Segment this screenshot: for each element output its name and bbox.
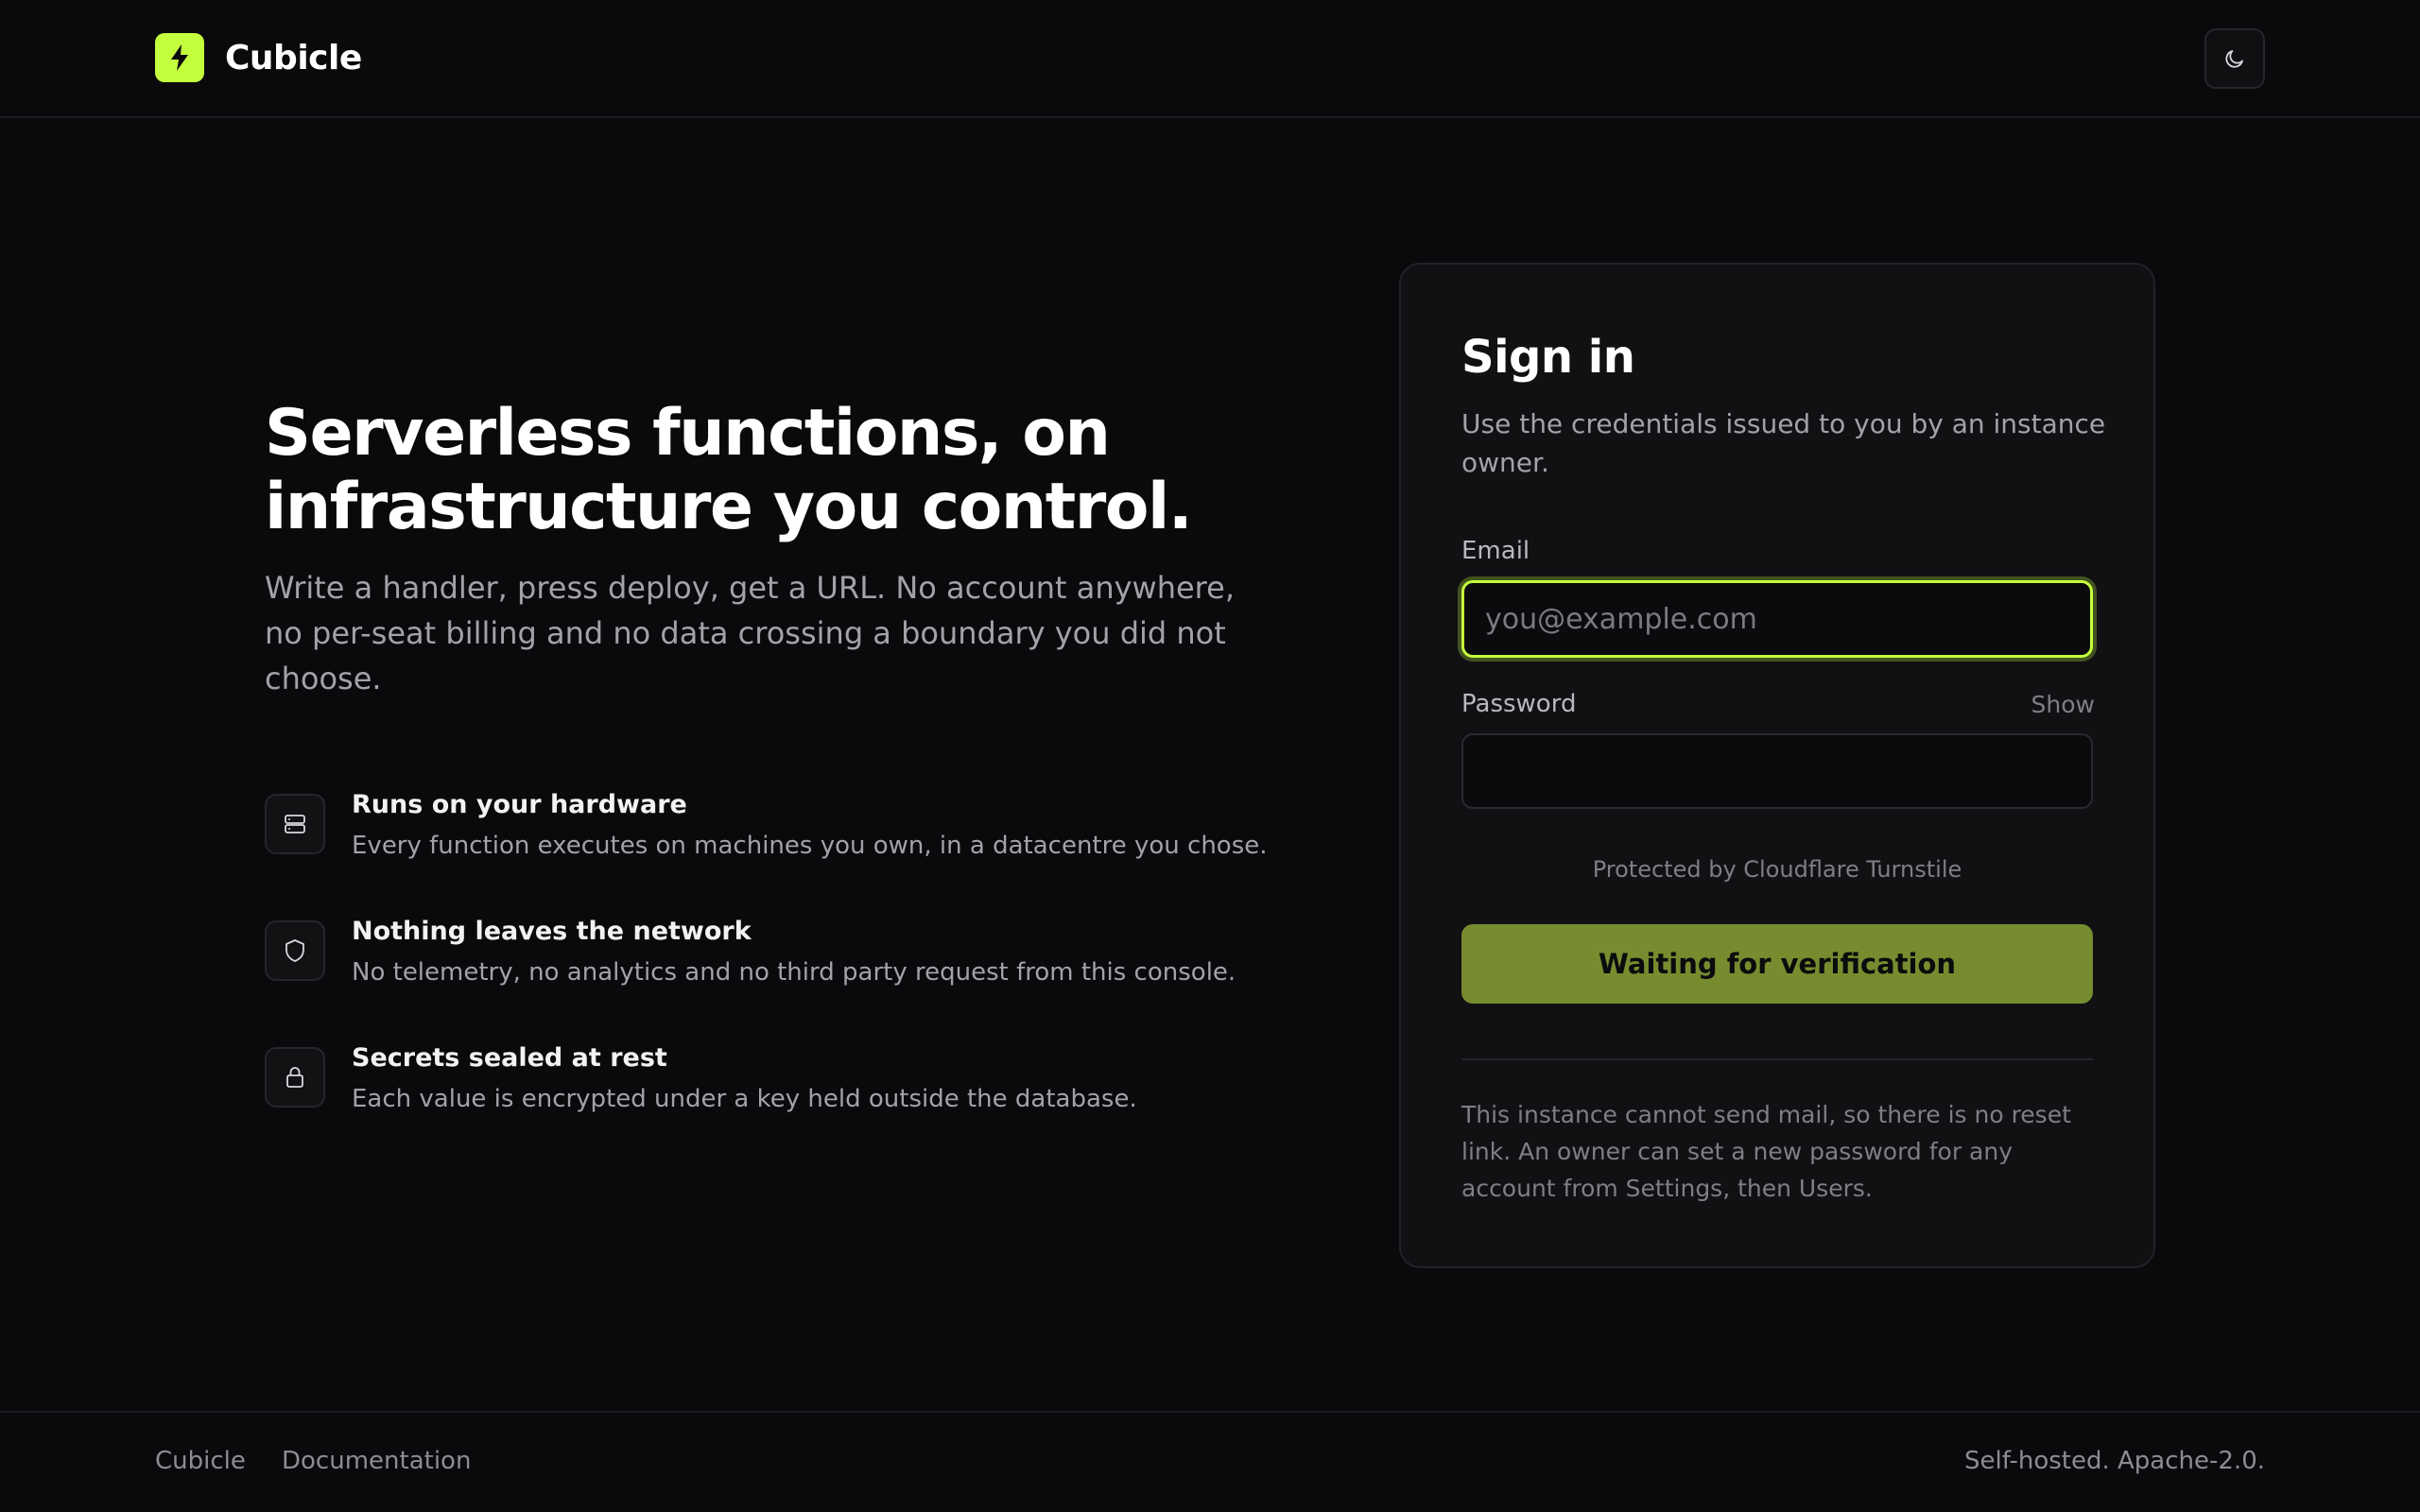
feature-title: Runs on your hardware: [352, 790, 687, 819]
sign-in-subtitle: Use the credentials issued to you by an …: [1461, 408, 2106, 478]
show-password-button[interactable]: Show: [2031, 691, 2095, 718]
email-field[interactable]: you@example.com: [1461, 580, 2093, 658]
hero-section: Serverless functions, on infrastructure …: [265, 397, 1305, 701]
server-icon: [265, 794, 325, 854]
footer-license: Self-hosted. Apache-2.0.: [1964, 1447, 2265, 1475]
sign-in-card: Sign in Use the credentials issued to yo…: [1399, 263, 2155, 1268]
top-header: Cubicle: [0, 0, 2420, 118]
footer-link-documentation[interactable]: Documentation: [282, 1447, 471, 1475]
brand-name: Cubicle: [225, 38, 362, 77]
feature-description: Each value is encrypted under a key held…: [352, 1085, 1137, 1113]
email-placeholder: you@example.com: [1485, 602, 1757, 636]
hero-title: Serverless functions, on infrastructure …: [265, 397, 1305, 544]
hero-subtitle: Write a handler, press deploy, get a URL…: [265, 570, 1235, 696]
footer-link-home[interactable]: Cubicle: [155, 1447, 246, 1475]
feature-title: Nothing leaves the network: [352, 917, 752, 946]
feature-item: Secrets sealed at rest Each value is enc…: [265, 1043, 1305, 1138]
divider: [1461, 1058, 2093, 1060]
feature-title: Secrets sealed at rest: [352, 1043, 667, 1073]
password-field[interactable]: [1461, 733, 2093, 809]
bolt-icon: [155, 33, 204, 82]
email-label: Email: [1461, 537, 1530, 565]
hero-title-line1: Serverless functions, on: [265, 396, 1111, 471]
feature-description: Every function executes on machines you …: [352, 832, 1268, 860]
sign-in-title: Sign in: [1461, 331, 1635, 384]
feature-item: Runs on your hardware Every function exe…: [265, 790, 1305, 885]
feature-item: Nothing leaves the network No telemetry,…: [265, 917, 1305, 1011]
feature-description: No telemetry, no analytics and no third …: [352, 958, 1236, 987]
submit-button[interactable]: Waiting for verification: [1461, 924, 2093, 1004]
password-label: Password: [1461, 690, 1577, 718]
lock-icon: [265, 1047, 325, 1108]
shield-icon: [265, 920, 325, 981]
footer: Cubicle Documentation Self-hosted. Apach…: [0, 1411, 2420, 1512]
turnstile-notice: Protected by Cloudflare Turnstile: [1592, 856, 1962, 883]
moon-icon: [2225, 50, 2243, 68]
hero-title-line2: infrastructure you control.: [265, 470, 1193, 544]
theme-toggle-button[interactable]: [2204, 28, 2265, 89]
brand[interactable]: Cubicle: [155, 33, 362, 82]
reset-note: This instance cannot send mail, so there…: [1461, 1101, 2071, 1202]
